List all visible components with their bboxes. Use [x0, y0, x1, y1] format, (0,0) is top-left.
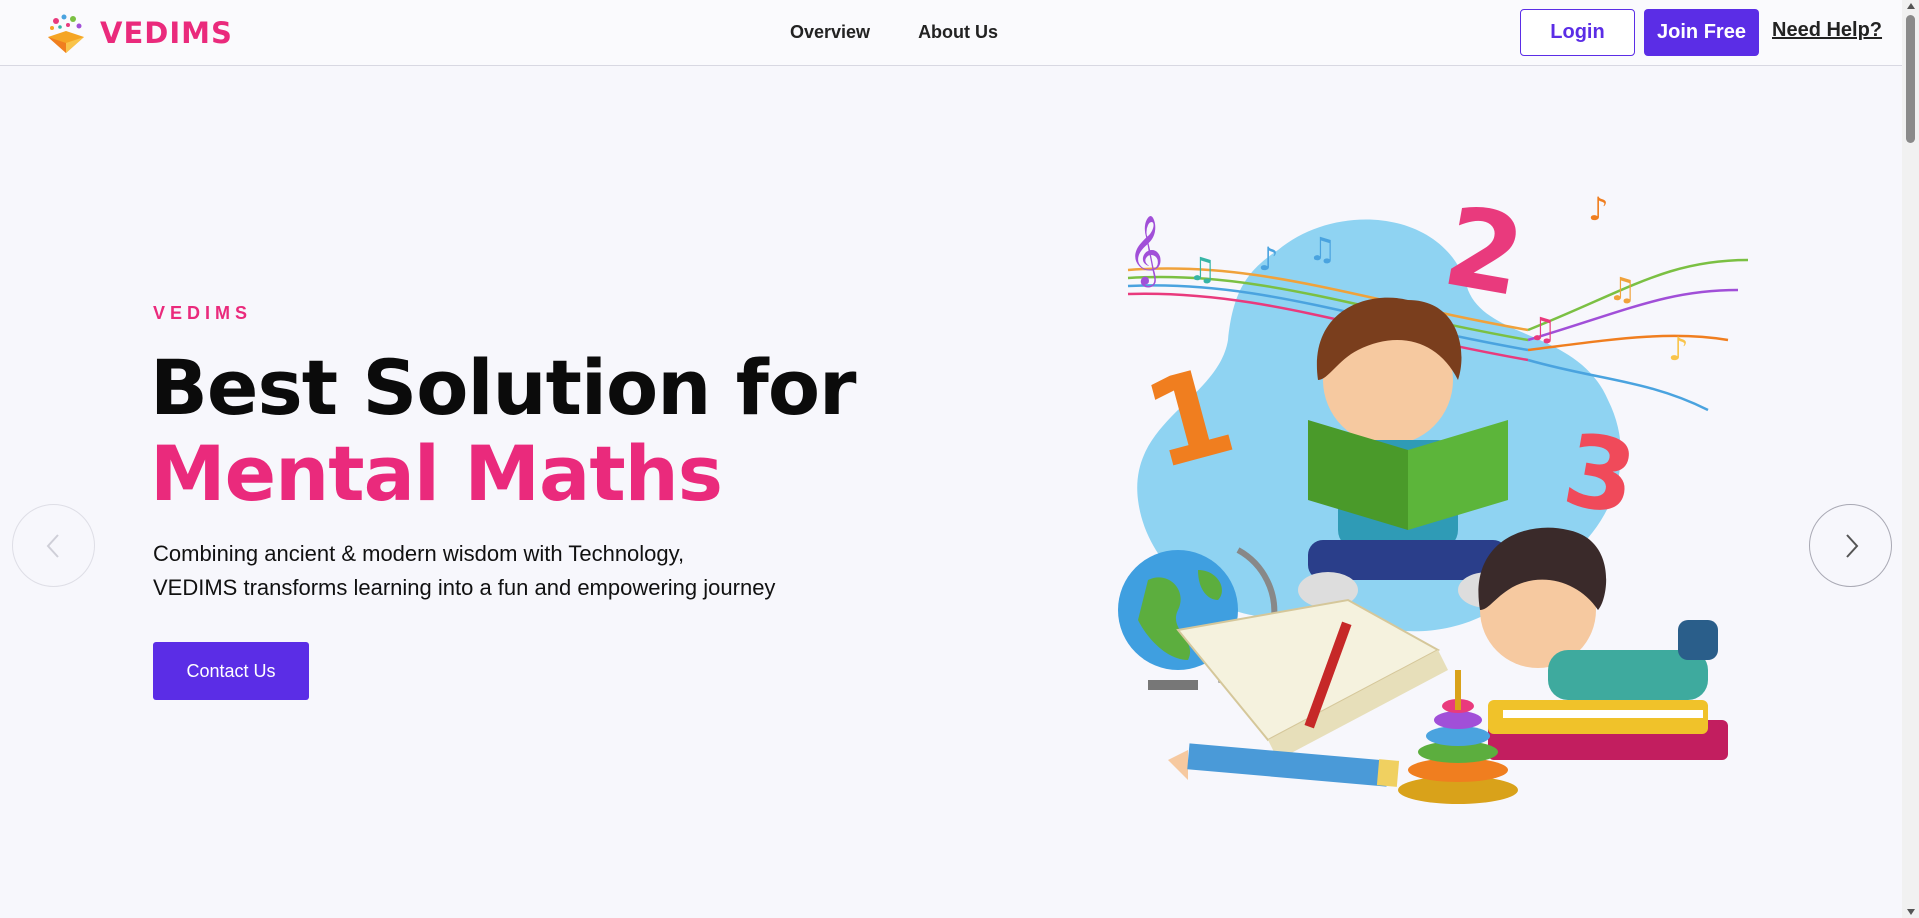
site-header: VEDIMS Overview About Us Login Join Free…: [0, 0, 1902, 66]
need-help-link[interactable]: Need Help?: [1772, 19, 1882, 42]
svg-text:♪: ♪: [1258, 240, 1278, 278]
hero-headline: Best Solution for Mental Maths: [150, 343, 857, 518]
contact-us-button[interactable]: Contact Us: [153, 642, 309, 700]
scroll-up-icon[interactable]: [1907, 3, 1915, 9]
svg-text:♪: ♪: [1668, 330, 1688, 368]
page-scrollbar[interactable]: [1902, 0, 1919, 918]
hero-illustration: 𝄞 ♫ ♪ ♫ ♫ ♪ ♫ ♪ 1 2 3: [1118, 182, 1748, 804]
svg-text:𝄞: 𝄞: [1128, 215, 1163, 287]
carousel-next-button[interactable]: [1809, 504, 1892, 587]
svg-text:♫: ♫: [1528, 310, 1557, 348]
subtext-line-1: Combining ancient & modern wisdom with T…: [153, 541, 685, 566]
main-nav: Overview About Us: [790, 22, 998, 43]
svg-text:♫: ♫: [1608, 270, 1637, 308]
headline-line-1: Best Solution for: [150, 343, 857, 432]
brand-logo[interactable]: VEDIMS: [42, 9, 233, 57]
nav-about-us[interactable]: About Us: [918, 22, 998, 43]
carousel-prev-button[interactable]: [12, 504, 95, 587]
svg-text:♫: ♫: [1308, 230, 1337, 268]
scroll-down-icon[interactable]: [1907, 909, 1915, 915]
chevron-left-icon: [46, 533, 59, 558]
login-button[interactable]: Login: [1520, 9, 1635, 56]
join-free-button[interactable]: Join Free: [1644, 9, 1759, 56]
svg-text:♪: ♪: [1588, 190, 1608, 228]
vedims-logo-icon: [48, 14, 84, 53]
brand-name: VEDIMS: [100, 16, 233, 50]
girl-reading: [1478, 527, 1718, 700]
svg-text:♫: ♫: [1188, 250, 1217, 288]
headline-line-2: Mental Maths: [150, 429, 723, 518]
nav-overview[interactable]: Overview: [790, 22, 870, 43]
hero-eyebrow: VEDIMS: [153, 303, 253, 323]
hero-subtext: Combining ancient & modern wisdom with T…: [153, 537, 853, 605]
chevron-right-icon: [1845, 533, 1858, 558]
subtext-line-2: VEDIMS transforms learning into a fun an…: [153, 575, 776, 600]
book-stack: [1488, 700, 1728, 760]
scroll-thumb[interactable]: [1906, 15, 1915, 143]
number-two: 2: [1435, 182, 1533, 321]
